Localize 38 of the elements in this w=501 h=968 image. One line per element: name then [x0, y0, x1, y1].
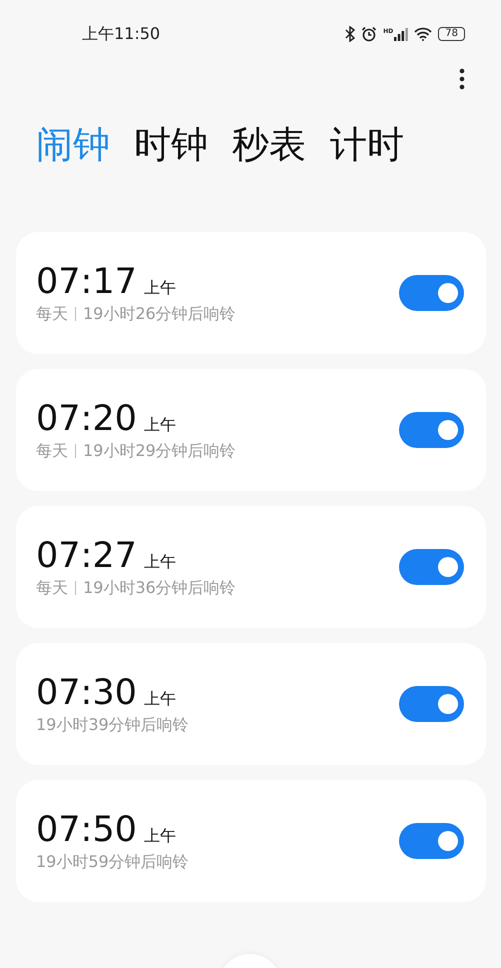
wifi-icon	[414, 27, 432, 41]
alarm-period: 上午	[144, 278, 176, 298]
tab[interactable]: 计时	[330, 120, 404, 170]
more-options-icon[interactable]	[459, 68, 465, 90]
alarm-time: 07:30	[36, 672, 137, 712]
alarm-card[interactable]: 07:20 上午 每天 19小时29分钟后响铃	[16, 369, 486, 491]
bluetooth-icon	[345, 26, 356, 42]
alarm-countdown: 19小时29分钟后响铃	[83, 440, 236, 462]
alarm-clock-icon	[361, 26, 378, 42]
alarm-toggle[interactable]	[399, 823, 464, 859]
alarm-countdown: 19小时26分钟后响铃	[83, 304, 236, 324]
alarm-repeat: 每天	[36, 440, 68, 462]
tab[interactable]: 时钟	[134, 120, 208, 170]
status-time: 上午11:50	[82, 24, 160, 44]
alarm-repeat: 每天	[36, 304, 68, 324]
alarm-countdown: 19小时36分钟后响铃	[83, 578, 236, 598]
alarm-period: 上午	[144, 414, 176, 436]
tab[interactable]: 秒表	[232, 120, 306, 170]
alarm-card[interactable]: 07:30 上午 19小时39分钟后响铃	[16, 643, 486, 765]
alarm-time: 07:50	[36, 810, 137, 850]
alarm-toggle[interactable]	[399, 686, 464, 722]
alarm-toggle[interactable]	[399, 412, 464, 448]
alarm-time: 07:27	[36, 536, 137, 576]
alarm-period: 上午	[144, 552, 176, 572]
alarm-time: 07:17	[36, 262, 137, 302]
alarm-period: 上午	[144, 826, 176, 846]
alarm-card[interactable]: 07:50 上午 19小时59分钟后响铃	[16, 780, 486, 902]
alarm-countdown: 19小时39分钟后响铃	[36, 714, 189, 736]
alarm-toggle[interactable]	[399, 549, 464, 585]
signal-icon	[394, 28, 408, 40]
alarm-countdown: 19小时59分钟后响铃	[36, 852, 189, 872]
alarm-toggle[interactable]	[399, 275, 464, 311]
alarm-card[interactable]: 07:27 上午 每天 19小时36分钟后响铃	[16, 506, 486, 628]
alarm-period: 上午	[144, 688, 176, 710]
battery-level: 78	[438, 27, 465, 41]
alarm-repeat: 每天	[36, 578, 68, 598]
alarm-card[interactable]: 07:17 上午 每天 19小时26分钟后响铃	[16, 232, 486, 354]
alarm-time: 07:20	[36, 398, 137, 438]
